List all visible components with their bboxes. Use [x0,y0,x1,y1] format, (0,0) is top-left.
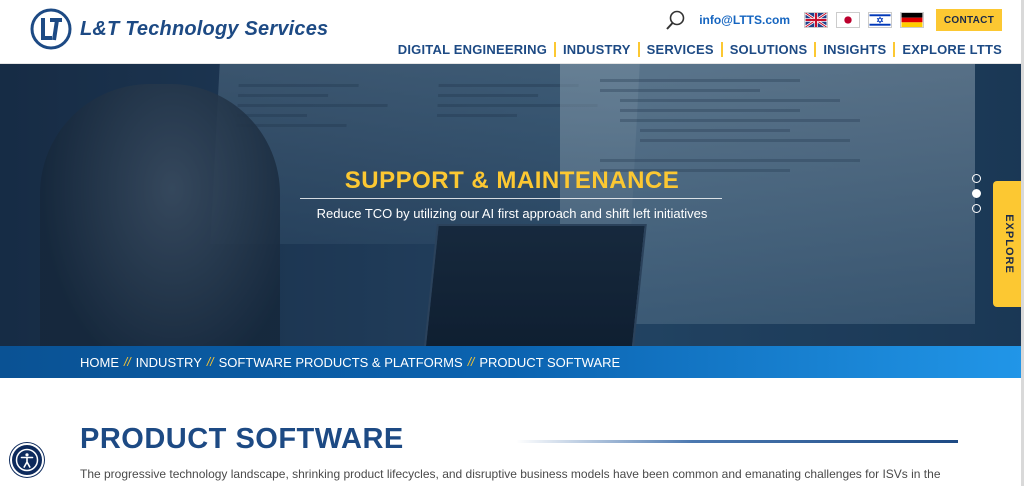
accessibility-button[interactable] [10,443,44,477]
main-nav: DIGITAL ENGINEERING INDUSTRY SERVICES SO… [391,42,1002,57]
hero-subtitle: Reduce TCO by utilizing our AI first app… [316,206,708,221]
page-title: PRODUCT SOFTWARE [80,423,404,455]
germany-flag-icon[interactable] [900,12,924,28]
explore-side-tab[interactable]: EXPLORE [993,181,1024,307]
breadcrumb-software-products[interactable]: SOFTWARE PRODUCTS & PLATFORMS [219,355,463,370]
hero-overlay [0,64,1024,346]
breadcrumb-separator: // [124,355,131,369]
hero-divider [300,198,722,199]
accessibility-icon [15,448,39,472]
contact-button[interactable]: CONTACT [936,9,1002,31]
slider-dots [972,174,981,213]
slider-dot-2[interactable] [972,189,981,198]
brand-name: L&T Technology Services [80,17,329,40]
nav-industry[interactable]: INDUSTRY [556,42,640,57]
explore-label: EXPLORE [1002,214,1015,274]
hero-title: SUPPORT & MAINTENANCE [344,167,680,194]
utility-bar: info@LTTS.com CONTACT [665,8,1002,32]
nav-solutions[interactable]: SOLUTIONS [723,42,817,57]
israel-flag-icon[interactable] [868,12,892,28]
breadcrumb-separator: // [206,355,214,369]
breadcrumb-industry[interactable]: INDUSTRY [136,355,202,370]
breadcrumb: HOME // INDUSTRY // SOFTWARE PRODUCTS & … [0,346,1024,378]
email-link[interactable]: info@LTTS.com [699,13,790,27]
nav-explore-ltts[interactable]: EXPLORE LTTS [895,42,1002,57]
breadcrumb-home[interactable]: HOME [80,355,119,370]
search-icon[interactable] [665,9,687,31]
breadcrumb-separator: // [467,355,475,369]
site-header: L&T Technology Services info@LTTS.com CO… [0,0,1024,64]
uk-flag-icon[interactable] [804,12,828,28]
brand-logo[interactable]: L&T Technology Services [30,8,328,50]
japan-flag-icon[interactable] [836,12,860,28]
hero-banner: SUPPORT & MAINTENANCE Reduce TCO by util… [0,64,1024,346]
intro-paragraph: The progressive technology landscape, sh… [80,467,941,481]
nav-digital-engineering[interactable]: DIGITAL ENGINEERING [391,42,556,57]
title-divider [516,440,958,443]
slider-dot-3[interactable] [972,204,981,213]
lt-logo-icon [30,8,72,50]
breadcrumb-current: PRODUCT SOFTWARE [479,354,621,370]
slider-dot-1[interactable] [972,174,981,183]
nav-insights[interactable]: INSIGHTS [816,42,896,57]
nav-services[interactable]: SERVICES [640,42,723,57]
